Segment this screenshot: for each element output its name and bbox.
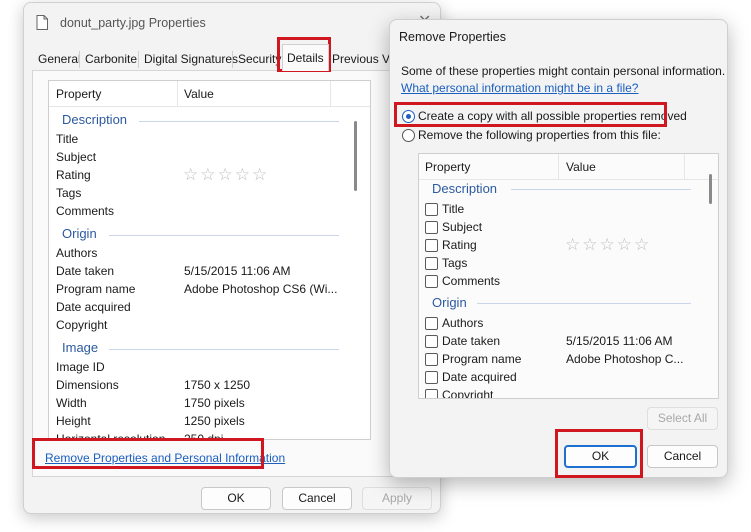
- column-header-property[interactable]: Property: [56, 87, 101, 101]
- checkbox-copyright[interactable]: [425, 389, 438, 398]
- checkbox-rating[interactable]: [425, 239, 438, 252]
- file-icon: [36, 15, 48, 30]
- value-date-taken[interactable]: 5/15/2015 11:06 AM: [184, 264, 291, 278]
- property-subject[interactable]: Subject: [56, 150, 96, 164]
- checkbox-title[interactable]: [425, 203, 438, 216]
- property-subject: Subject: [442, 220, 483, 234]
- property-title[interactable]: Title: [56, 132, 78, 146]
- property-date-taken[interactable]: Date taken: [56, 264, 114, 278]
- checkbox-program-name[interactable]: [425, 353, 438, 366]
- apply-button[interactable]: Apply: [362, 487, 432, 510]
- property-title: Title: [442, 202, 465, 216]
- property-program-name[interactable]: Program name: [56, 282, 135, 296]
- ok-button[interactable]: OK: [564, 445, 637, 468]
- group-heading-image[interactable]: Image: [62, 340, 98, 355]
- property-comments: Comments: [442, 274, 501, 288]
- checkbox-tags[interactable]: [425, 257, 438, 270]
- property-program-name: Program name: [442, 352, 522, 366]
- value-program-name[interactable]: Adobe Photoshop CS6 (Wi...: [184, 282, 337, 296]
- window-title: donut_party.jpg Properties: [60, 16, 206, 30]
- cancel-button[interactable]: Cancel: [282, 487, 352, 510]
- value-horizontal-resolution[interactable]: 250 dpi: [184, 432, 223, 439]
- rating-stars[interactable]: ☆☆☆☆☆: [183, 165, 269, 185]
- group-heading-description[interactable]: Description: [62, 112, 127, 127]
- select-all-button[interactable]: Select All: [647, 407, 718, 430]
- property-height[interactable]: Height: [56, 414, 91, 428]
- column-header-property[interactable]: Property: [425, 160, 470, 174]
- personal-info-link[interactable]: What personal information might be in a …: [401, 81, 638, 95]
- value-program-name: Adobe Photoshop C...: [566, 352, 684, 366]
- tab-carbonite[interactable]: Carbonite: [81, 47, 141, 71]
- property-date-taken: Date taken: [442, 334, 501, 348]
- property-authors[interactable]: Authors: [56, 246, 97, 260]
- title-bar: donut_party.jpg Properties ✕: [24, 3, 440, 41]
- tab-security[interactable]: Security: [234, 47, 285, 71]
- property-width[interactable]: Width: [56, 396, 87, 410]
- properties-window: donut_party.jpg Properties ✕ General Car…: [23, 2, 441, 514]
- property-tags: Tags: [442, 256, 468, 270]
- property-copyright[interactable]: Copyright: [56, 318, 107, 332]
- rating-stars: ☆☆☆☆☆: [565, 235, 652, 254]
- ok-button[interactable]: OK: [201, 487, 271, 510]
- property-rating[interactable]: Rating: [56, 168, 91, 182]
- scrollbar-thumb[interactable]: [709, 174, 712, 204]
- value-height[interactable]: 1250 pixels: [184, 414, 245, 428]
- group-heading-origin[interactable]: Origin: [62, 226, 97, 241]
- properties-list[interactable]: Property Value Description Title Subject…: [48, 80, 371, 440]
- property-image-id[interactable]: Image ID: [56, 360, 105, 374]
- property-rating: Rating: [442, 238, 477, 252]
- tab-details[interactable]: Details: [282, 44, 329, 71]
- property-comments[interactable]: Comments: [56, 204, 114, 218]
- scrollbar-thumb[interactable]: [354, 121, 357, 191]
- cancel-button[interactable]: Cancel: [647, 445, 718, 468]
- list-header: Property Value: [419, 154, 718, 180]
- property-dimensions[interactable]: Dimensions: [56, 378, 119, 392]
- property-horizontal-resolution[interactable]: Horizontal resolution: [56, 432, 165, 439]
- remove-properties-dialog: Remove Properties Some of these properti…: [389, 19, 728, 478]
- details-tab-page: Property Value Description Title Subject…: [32, 70, 432, 477]
- intro-text: Some of these properties might contain p…: [401, 64, 726, 78]
- group-heading-description[interactable]: Description: [432, 181, 497, 196]
- value-width[interactable]: 1750 pixels: [184, 396, 245, 410]
- tab-general[interactable]: General: [34, 47, 85, 71]
- property-authors: Authors: [442, 316, 484, 330]
- radio-create-copy[interactable]: [402, 110, 415, 123]
- radio-remove-following[interactable]: [402, 129, 415, 142]
- list-header: Property Value: [49, 81, 370, 107]
- checkbox-subject[interactable]: [425, 221, 438, 234]
- dialog-title: Remove Properties: [399, 30, 506, 44]
- property-date-acquired[interactable]: Date acquired: [56, 300, 131, 314]
- column-header-value[interactable]: Value: [566, 160, 596, 174]
- property-date-acquired: Date acquired: [442, 370, 517, 384]
- option-create-copy-label[interactable]: Create a copy with all possible properti…: [418, 109, 687, 123]
- property-tags[interactable]: Tags: [56, 186, 81, 200]
- property-copyright: Copyright: [442, 388, 494, 399]
- value-date-taken: 5/15/2015 11:06 AM: [566, 334, 673, 348]
- option-remove-following-label[interactable]: Remove the following properties from thi…: [418, 128, 661, 142]
- value-dimensions[interactable]: 1750 x 1250: [184, 378, 250, 392]
- checkbox-date-acquired[interactable]: [425, 371, 438, 384]
- checkbox-comments[interactable]: [425, 275, 438, 288]
- checkbox-date-taken[interactable]: [425, 335, 438, 348]
- removable-properties-list[interactable]: Property Value Description Title Subject…: [418, 153, 719, 399]
- column-header-value[interactable]: Value: [184, 87, 214, 101]
- group-heading-origin[interactable]: Origin: [432, 295, 467, 310]
- tab-digital-signatures[interactable]: Digital Signatures: [140, 47, 242, 71]
- checkbox-authors[interactable]: [425, 317, 438, 330]
- remove-properties-link[interactable]: Remove Properties and Personal Informati…: [45, 451, 285, 465]
